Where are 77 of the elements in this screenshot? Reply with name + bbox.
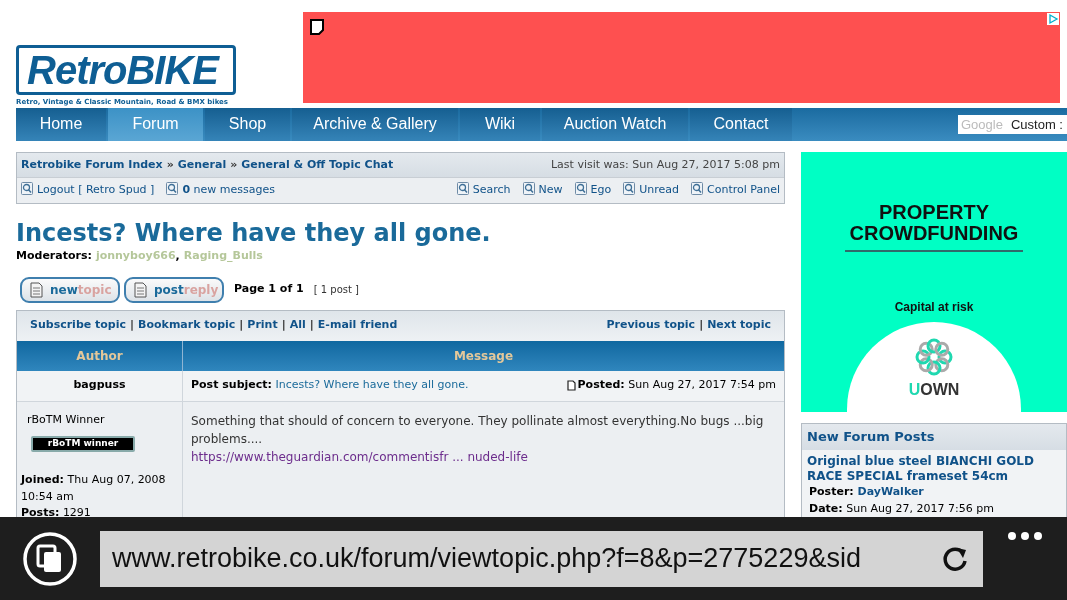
post-date: Date: Sun Aug 27, 2017 7:56 pm xyxy=(809,500,995,517)
posts-text: Posts: 1291 xyxy=(21,505,92,517)
link-separator: | xyxy=(130,317,135,334)
url-text: www.retrobike.co.uk/forum/viewtopic.php?f=8&p=2775229&sid xyxy=(112,542,861,576)
column-header: Author xyxy=(17,340,183,371)
reload-icon[interactable] xyxy=(941,544,969,573)
nav-tab[interactable]: Auction Watch xyxy=(542,107,688,141)
search-icon xyxy=(691,182,704,196)
column-header: Message xyxy=(452,347,515,365)
page-icon xyxy=(310,19,324,35)
topic-tool-link[interactable]: E-mail friend xyxy=(317,317,398,334)
search-icon xyxy=(456,182,469,196)
post-author[interactable]: bagpuss xyxy=(17,370,183,401)
nav-tab[interactable]: Home xyxy=(16,107,106,141)
document-icon xyxy=(566,380,576,391)
post-poster: Poster: DayWalker xyxy=(809,484,925,500)
user-action-link[interactable]: Control Panel xyxy=(691,182,780,199)
link-separator: | xyxy=(699,317,704,334)
post-reply-button[interactable]: postreply xyxy=(124,276,224,303)
nav-tab[interactable]: Contact xyxy=(690,107,792,141)
search-field[interactable]: Google Custom : xyxy=(958,114,1067,134)
link-separator: | xyxy=(239,317,244,334)
breadcrumb-link[interactable]: General & Off Topic Chat xyxy=(241,156,394,174)
address-bar[interactable]: www.retrobike.co.uk/forum/viewtopic.php?f=8&p=2775229&sid xyxy=(100,530,983,587)
post-body: Something that should of concern to everyone. They pollinate almost everything.No bugs ...big problems.... xyxy=(191,412,765,448)
search-icon xyxy=(21,182,33,196)
link-separator: | xyxy=(281,317,286,334)
user-action-link[interactable]: Unread xyxy=(623,182,680,199)
breadcrumb-link[interactable]: General xyxy=(177,156,227,174)
post-subject: Post subject: Incests? Where have they all gone. xyxy=(191,377,469,394)
search-icon xyxy=(623,182,636,196)
topic-tool-link[interactable]: Subscribe topic xyxy=(30,317,127,334)
ad-headline: CROWDFUNDING xyxy=(849,223,1019,244)
search-brand: Google xyxy=(961,115,1003,134)
topic-nav-link[interactable]: Previous topic xyxy=(606,317,696,334)
ad-note: Capital at risk xyxy=(894,299,974,317)
breadcrumb-separator: » xyxy=(230,156,238,173)
panel-title: New Forum Posts xyxy=(802,424,1066,450)
new-topic-button[interactable]: newtopic xyxy=(20,276,120,303)
link-separator: | xyxy=(309,317,314,334)
topic-tool-link[interactable]: Bookmark topic xyxy=(138,317,236,334)
post-link[interactable]: https://www.theguardian.com/commentisfr ... nuded-life xyxy=(191,449,528,464)
nav-tab[interactable]: Archive & Gallery xyxy=(292,107,458,141)
search-icon xyxy=(166,182,179,196)
topic-title[interactable]: Incests? Where have they all gone. xyxy=(16,218,785,248)
messages-link[interactable]: 0 new messages xyxy=(166,182,275,199)
topic-tool-link[interactable]: Print xyxy=(247,317,278,334)
user-rank: rBoTM Winner xyxy=(27,411,106,428)
joined-text: Joined: Thu Aug 07, 2008 10:54 am xyxy=(21,472,167,505)
user-action-link[interactable]: Ego xyxy=(574,182,612,199)
tabs-icon[interactable] xyxy=(22,530,78,587)
breadcrumb-link[interactable]: Retrobike Forum Index xyxy=(21,156,163,174)
ad-brand: UOWN xyxy=(908,380,960,401)
play-icon[interactable] xyxy=(1047,13,1059,25)
search-icon xyxy=(574,182,587,196)
more-icon[interactable] xyxy=(1007,531,1043,541)
site-logo[interactable]: RetroBIKE xyxy=(16,45,236,95)
rank-badge: rBoTM winner xyxy=(31,436,135,452)
search-icon xyxy=(522,182,535,196)
search-placeholder: Custom : xyxy=(1010,115,1063,134)
ad-headline: PROPERTY xyxy=(879,202,989,223)
page-indicator: Page 1 of 1 xyxy=(234,281,304,298)
list-separator: , xyxy=(175,248,180,264)
post-date: Posted: Sun Aug 27, 2017 7:54 pm xyxy=(577,377,776,394)
nav-tab[interactable]: Shop xyxy=(205,107,290,141)
post-count: [ 1 post ] xyxy=(313,283,359,297)
nav-tab[interactable]: Wiki xyxy=(460,107,540,141)
topic-nav-link[interactable]: Next topic xyxy=(707,317,771,334)
logout-link[interactable]: Logout [ Retro Spud ] xyxy=(21,182,155,199)
user-action-link[interactable]: Search xyxy=(456,182,511,199)
new-post-link[interactable]: Original blue steel BIANCHI GOLD RACE SPECIAL frameset 54cm xyxy=(807,454,1061,484)
user-action-link[interactable]: New xyxy=(522,182,563,199)
last-visit-text: Last visit was: Sun Aug 27, 2017 5:08 pm xyxy=(550,156,780,173)
breadcrumb-separator: » xyxy=(166,156,174,173)
side-ad[interactable]: PROPERTY CROWDFUNDING Capital at risk UOWN xyxy=(801,152,1067,412)
moderators-label: Moderators: xyxy=(16,248,92,264)
topic-tool-link[interactable]: All xyxy=(289,317,306,334)
